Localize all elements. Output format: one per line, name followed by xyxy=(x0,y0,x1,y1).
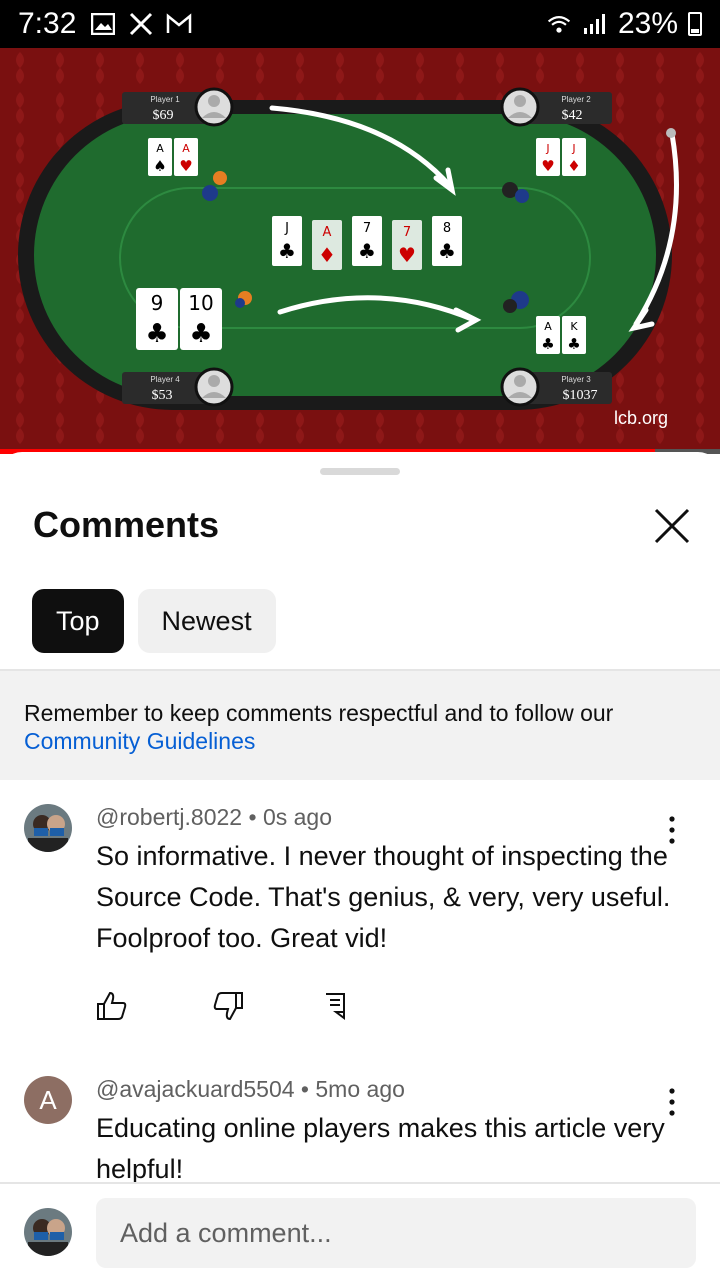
svg-text:♣: ♣ xyxy=(438,239,456,263)
thumbs-down-icon xyxy=(213,992,243,1021)
svg-text:A: A xyxy=(544,320,552,333)
comment-age: 5mo ago xyxy=(315,1076,405,1102)
comment-actions xyxy=(96,984,408,1028)
add-comment-bar xyxy=(0,1182,720,1280)
card: 10 ♣ xyxy=(180,288,222,350)
svg-text:A: A xyxy=(182,142,190,155)
close-button[interactable] xyxy=(650,504,694,548)
svg-text:♣: ♣ xyxy=(541,335,554,353)
more-vert-icon xyxy=(669,1088,675,1116)
status-time: 7:32 xyxy=(18,7,77,40)
board-card: 7♥ xyxy=(392,220,422,270)
video-player[interactable]: Player 1 $69 Player 2 $42 Player 4 $53 P… xyxy=(0,48,720,454)
svg-text:♣: ♣ xyxy=(278,239,296,263)
comments-sheet: Comments Top Newest Remember to keep com… xyxy=(0,452,720,1280)
player-4-stack: $53 xyxy=(152,388,173,403)
board-card: A♦ xyxy=(312,220,342,270)
comment-text: Educating online players makes this arti… xyxy=(96,1113,665,1184)
close-icon xyxy=(654,508,690,544)
svg-text:A: A xyxy=(156,142,164,155)
svg-text:♦: ♦ xyxy=(318,243,336,267)
svg-text:♦: ♦ xyxy=(567,157,580,175)
comment-menu-button[interactable] xyxy=(660,814,684,848)
battery-icon xyxy=(688,12,702,36)
svg-text:8: 8 xyxy=(443,221,451,236)
svg-text:♣: ♣ xyxy=(189,319,212,349)
dislike-button[interactable] xyxy=(200,984,304,1028)
svg-text:♣: ♣ xyxy=(145,319,168,349)
svg-text:♣: ♣ xyxy=(567,335,580,353)
player-2-name: Player 2 xyxy=(561,95,591,104)
thumbs-up-icon xyxy=(97,991,127,1020)
board-card: J♣ xyxy=(272,216,302,266)
gallery-icon xyxy=(90,12,116,36)
svg-text:♣: ♣ xyxy=(358,239,376,263)
comment-meta: @robertj.8022 • 0s ago xyxy=(96,804,332,831)
comment-author[interactable]: @avajackuard5504 xyxy=(96,1076,295,1102)
player-2-stack: $42 xyxy=(562,108,583,123)
svg-text:♠: ♠ xyxy=(153,157,166,175)
card: K♣ xyxy=(562,316,586,354)
player-plate-4: Player 4 $53 xyxy=(122,367,234,407)
gmail-icon xyxy=(166,12,192,36)
community-guidelines-link[interactable]: Community Guidelines xyxy=(24,727,696,755)
player-3-stack: $1037 xyxy=(563,388,598,403)
comments-title: Comments xyxy=(33,504,220,545)
wifi-icon xyxy=(546,12,572,36)
svg-text:J: J xyxy=(545,142,549,155)
player-plate-2: Player 2 $42 xyxy=(500,87,612,127)
board-card: 7♣ xyxy=(352,216,382,266)
svg-text:A: A xyxy=(323,225,332,240)
avatar[interactable]: A xyxy=(24,1076,72,1124)
tab-newest[interactable]: Newest xyxy=(137,589,276,653)
battery-percent: 23% xyxy=(617,7,678,40)
meta-separator: • xyxy=(242,804,263,830)
svg-text:♥: ♥ xyxy=(541,157,554,175)
board-card: 8♣ xyxy=(432,216,462,266)
player-plate-3: Player 3 $1037 xyxy=(500,367,612,407)
guidelines-text: Remember to keep comments respectful and… xyxy=(24,700,614,726)
card: 9♣ xyxy=(136,288,178,350)
card: J♦ xyxy=(562,138,586,176)
comment-menu-button[interactable] xyxy=(660,1086,684,1120)
svg-text:♥: ♥ xyxy=(398,243,416,267)
svg-text:7: 7 xyxy=(403,225,411,240)
guidelines-notice: Remember to keep comments respectful and… xyxy=(0,671,720,780)
card: A♥ xyxy=(174,138,198,176)
svg-text:10: 10 xyxy=(188,291,213,315)
card: J♥ xyxy=(536,138,560,176)
player-1-name: Player 1 xyxy=(150,95,180,104)
drag-handle[interactable] xyxy=(320,468,400,475)
my-avatar xyxy=(24,1208,72,1256)
player-4-name: Player 4 xyxy=(150,375,180,384)
svg-text:9: 9 xyxy=(151,291,164,315)
svg-text:7: 7 xyxy=(363,221,371,236)
like-button[interactable] xyxy=(96,984,200,1028)
player-1-stack: $69 xyxy=(153,108,174,123)
avatar[interactable] xyxy=(24,804,72,852)
comment-age: 0s ago xyxy=(262,804,333,830)
card: A♣ xyxy=(536,316,560,354)
comment-text: So informative. I never thought of inspe… xyxy=(96,841,671,953)
more-vert-icon xyxy=(669,816,675,844)
player-plate-1: Player 1 $69 xyxy=(122,87,234,127)
comment-meta: @avajackuard5504 • 5mo ago xyxy=(96,1076,405,1103)
x-icon xyxy=(128,12,154,36)
svg-text:K: K xyxy=(570,320,578,333)
signal-icon xyxy=(582,12,608,36)
add-comment-input[interactable] xyxy=(96,1198,696,1268)
svg-text:J: J xyxy=(284,221,289,236)
comment-author[interactable]: @robertj.8022 xyxy=(96,804,242,830)
status-bar: 7:32 23% xyxy=(0,0,720,48)
tab-top[interactable]: Top xyxy=(32,589,124,653)
card: A♠ xyxy=(148,138,172,176)
svg-text:♥: ♥ xyxy=(179,157,192,175)
video-watermark: lcb.org xyxy=(614,408,668,428)
player-3-name: Player 3 xyxy=(561,375,591,384)
meta-separator: • xyxy=(294,1076,316,1102)
svg-text:J: J xyxy=(571,142,575,155)
reply-icon xyxy=(326,993,345,1020)
reply-button[interactable] xyxy=(304,984,408,1028)
